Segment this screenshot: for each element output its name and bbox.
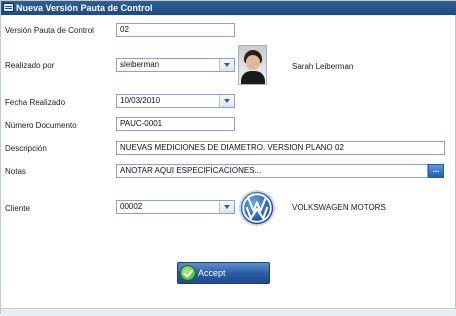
accept-label: Accept: [198, 268, 226, 278]
cliente-selected-value: 00002: [120, 202, 143, 211]
user-photo: [238, 45, 267, 85]
fecha-label: Fecha Realizado: [5, 98, 66, 107]
realizado-select[interactable]: sleiberman: [116, 58, 235, 72]
realizado-label: Realizado por: [5, 61, 55, 70]
dialog-window: Nueva Versión Pauta de Control Versión P…: [0, 0, 456, 316]
notas-label: Notas: [5, 167, 26, 176]
check-icon: [180, 265, 196, 281]
window-title: Nueva Versión Pauta de Control: [16, 3, 153, 13]
chevron-down-icon[interactable]: [219, 95, 234, 107]
descripcion-input[interactable]: NUEVAS MEDICIONES DE DIAMETRO. VERSION P…: [116, 141, 445, 155]
notas-input[interactable]: ANOTAR AQUI ESPECIFICACIONES...: [116, 164, 428, 178]
fecha-value: 10/03/2010: [120, 96, 161, 105]
chevron-down-icon[interactable]: [219, 201, 234, 213]
window-app-icon: [3, 3, 14, 12]
realizado-full-name: Sarah Leiberman: [292, 62, 354, 71]
version-input[interactable]: 02: [116, 23, 235, 37]
chevron-down-icon[interactable]: [219, 59, 234, 71]
title-bar[interactable]: Nueva Versión Pauta de Control: [1, 1, 456, 15]
status-strip: [1, 308, 456, 316]
fecha-datepicker[interactable]: 10/03/2010: [116, 94, 235, 108]
accept-button[interactable]: Accept: [177, 262, 270, 284]
cliente-full-name: VOLKSWAGEN MOTORS: [292, 203, 386, 212]
descripcion-label: Descripción: [5, 144, 47, 153]
notas-browse-button[interactable]: ...: [428, 164, 444, 178]
cliente-label: Cliente: [5, 204, 30, 213]
realizado-selected-value: sleiberman: [120, 60, 160, 69]
numero-input[interactable]: PAUC-0001: [116, 117, 235, 131]
cliente-select[interactable]: 00002: [116, 200, 235, 214]
version-label: Versión Pauta de Control: [5, 26, 94, 35]
volkswagen-logo: [238, 189, 276, 227]
numero-label: Número Documento: [5, 121, 77, 130]
